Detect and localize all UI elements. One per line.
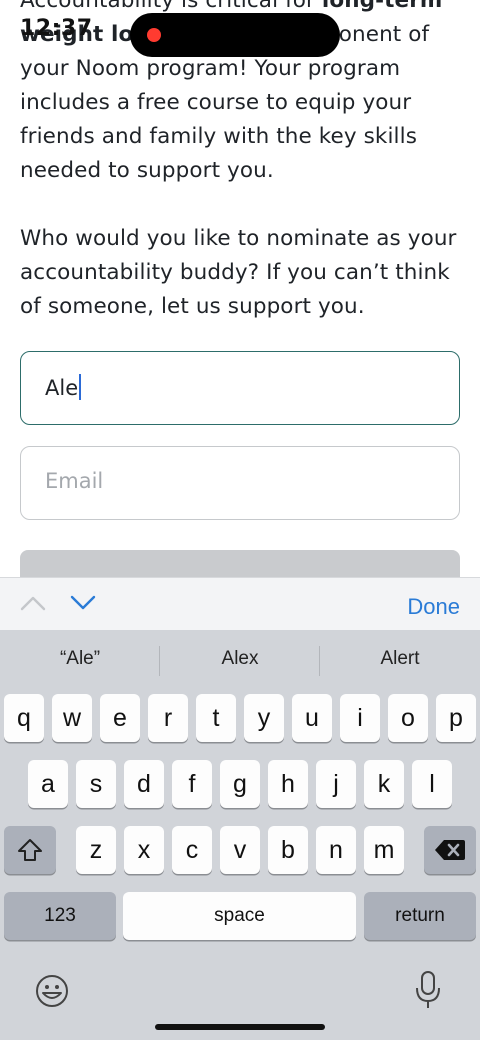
suggestion-bar: “Ale” Alex Alert <box>0 630 480 692</box>
key-a[interactable]: a <box>28 760 68 808</box>
buddy-name-input[interactable]: Ale <box>20 351 460 425</box>
suggestion-item[interactable]: Alert <box>320 648 480 670</box>
key-n[interactable]: n <box>316 826 356 874</box>
buddy-email-input[interactable]: Email <box>20 446 460 520</box>
key-x[interactable]: x <box>124 826 164 874</box>
done-button[interactable]: Done <box>407 594 460 620</box>
key-g[interactable]: g <box>220 760 260 808</box>
key-q[interactable]: q <box>4 694 44 742</box>
next-field-chevron-down-icon[interactable] <box>70 592 96 614</box>
recording-indicator-icon <box>147 28 161 42</box>
suggestion-item[interactable]: “Ale” <box>0 648 160 670</box>
key-w[interactable]: w <box>52 694 92 742</box>
previous-field-chevron-up-icon[interactable] <box>20 592 46 614</box>
keyboard-accessory-bar: Done <box>0 577 480 631</box>
key-m[interactable]: m <box>364 826 404 874</box>
key-i[interactable]: i <box>340 694 380 742</box>
key-b[interactable]: b <box>268 826 308 874</box>
key-o[interactable]: o <box>388 694 428 742</box>
return-key[interactable]: return <box>364 892 476 940</box>
backspace-icon <box>435 840 465 860</box>
delete-key[interactable] <box>424 826 476 874</box>
key-r[interactable]: r <box>148 694 188 742</box>
nominate-paragraph: Who would you like to nominate as your a… <box>20 226 457 319</box>
key-h[interactable]: h <box>268 760 308 808</box>
buddy-name-value: Ale <box>45 374 82 400</box>
suggestion-item[interactable]: Alex <box>160 648 320 670</box>
key-j[interactable]: j <box>316 760 356 808</box>
space-key[interactable]: space <box>123 892 356 940</box>
keyboard: “Ale” Alex Alert qwertyuiop asdfghjkl zx… <box>0 630 480 1040</box>
dynamic-island <box>130 13 340 57</box>
key-e[interactable]: e <box>100 694 140 742</box>
numbers-key[interactable]: 123 <box>4 892 116 940</box>
text-caret <box>79 374 82 400</box>
key-z[interactable]: z <box>76 826 116 874</box>
key-c[interactable]: c <box>172 826 212 874</box>
microphone-icon[interactable] <box>414 970 442 1010</box>
emoji-icon[interactable] <box>35 974 69 1008</box>
shift-arrow-icon <box>18 839 42 861</box>
intro-text-start: Accountability is critical for <box>20 0 322 13</box>
key-v[interactable]: v <box>220 826 260 874</box>
key-f[interactable]: f <box>172 760 212 808</box>
key-l[interactable]: l <box>412 760 452 808</box>
home-indicator <box>155 1024 325 1030</box>
key-k[interactable]: k <box>364 760 404 808</box>
shift-key[interactable] <box>4 826 56 874</box>
key-s[interactable]: s <box>76 760 116 808</box>
key-p[interactable]: p <box>436 694 476 742</box>
key-t[interactable]: t <box>196 694 236 742</box>
key-u[interactable]: u <box>292 694 332 742</box>
key-y[interactable]: y <box>244 694 284 742</box>
email-placeholder: Email <box>45 469 104 493</box>
key-d[interactable]: d <box>124 760 164 808</box>
